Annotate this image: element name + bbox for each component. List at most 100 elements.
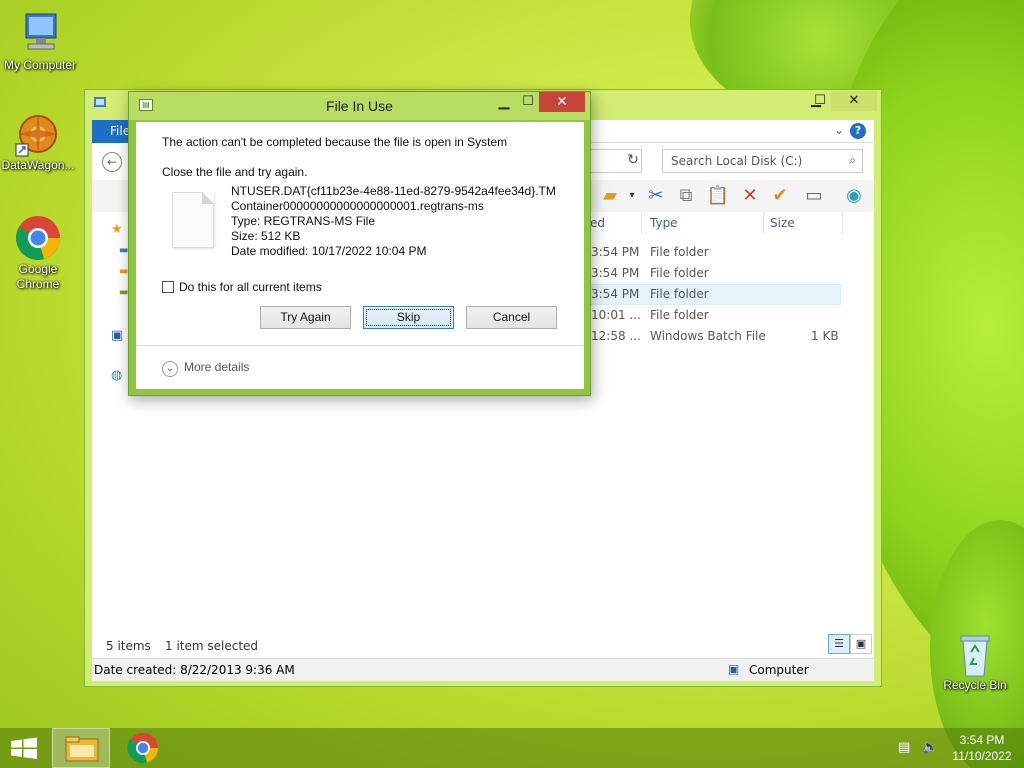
help-icon[interactable]: ? (850, 123, 866, 139)
row-type: File folder (650, 266, 709, 280)
start-button[interactable] (0, 728, 48, 768)
table-row[interactable]: 3:54 PM File folder (585, 263, 841, 284)
paste-icon[interactable]: 📋 (706, 184, 730, 208)
chrome-icon (127, 733, 159, 764)
file-name: NTUSER.DAT{cf11b23e-4e88-11ed-8279-9542a… (231, 184, 556, 213)
clock-time: 3:54 PM (959, 733, 1005, 747)
column-header-size[interactable]: Size (770, 212, 795, 234)
file-in-use-dialog[interactable]: ▤ File In Use ▁ ☐ ✕ The action can't be … (128, 91, 591, 396)
desktop-icon-my-computer[interactable]: My Computer (0, 10, 80, 73)
close-button[interactable]: ✕ (539, 92, 585, 112)
computer-icon[interactable]: ▣ (111, 328, 123, 343)
globe-icon[interactable]: ◉ (842, 184, 866, 208)
file-explorer-icon (65, 736, 99, 762)
computer-icon: ▣ (728, 662, 740, 676)
file-date-modified: Date modified: 10/17/2022 10:04 PM (231, 244, 427, 258)
row-modified: 12:58 ... (591, 329, 641, 343)
file-type: Type: REGTRANS-MS File (231, 214, 376, 228)
computer-icon (16, 10, 64, 58)
row-type: Windows Batch File (650, 329, 766, 343)
skip-button[interactable]: Skip (363, 306, 454, 329)
desktop-icon-google-chrome[interactable]: Google Chrome (0, 214, 78, 292)
folder-options-icon[interactable]: ▰ (598, 184, 622, 208)
more-details-toggle[interactable]: ⌄ More details (162, 360, 249, 377)
date-created: Date created: 8/22/2013 9:36 AM (94, 663, 295, 677)
file-icon (172, 192, 214, 248)
try-again-button[interactable]: Try Again (260, 306, 351, 329)
close-button[interactable]: ✕ (831, 91, 877, 111)
apply-to-all-checkbox[interactable]: Do this for all current items (162, 280, 322, 294)
table-row[interactable]: 12:58 ... Windows Batch File 1 KB (585, 326, 841, 347)
large-icons-view-button[interactable]: ▣ (850, 634, 872, 654)
search-input[interactable]: Search Local Disk (C:) ⌕ (662, 149, 863, 173)
recycle-bin-icon (951, 630, 999, 678)
copy-icon[interactable]: ⧉ (674, 184, 698, 208)
row-type: File folder (650, 308, 709, 322)
back-button[interactable]: ← (102, 152, 122, 172)
network-icon[interactable]: ◍ (111, 368, 122, 383)
taskbar-clock[interactable]: 3:54 PM 11/10/2022 (944, 732, 1020, 764)
network-tray-icon[interactable]: ▤ (898, 740, 910, 755)
row-size: 1 KB (811, 329, 839, 343)
cancel-button[interactable]: Cancel (466, 306, 557, 329)
divider (136, 345, 584, 346)
desktop-icon-label: DataWagon... (1, 158, 75, 172)
windows-logo-icon (11, 737, 37, 759)
checkbox[interactable] (162, 281, 174, 293)
more-details-label: More details (184, 360, 250, 374)
column-separator (763, 212, 764, 234)
cut-icon[interactable]: ✂ (644, 184, 668, 208)
file-info: NTUSER.DAT{cf11b23e-4e88-11ed-8279-9542a… (231, 184, 561, 259)
row-modified: 10:01 ... (591, 308, 641, 322)
location-label: Computer (749, 663, 809, 677)
star-icon[interactable]: ★ (111, 222, 123, 237)
rename-icon[interactable]: ▭ (802, 184, 826, 208)
table-row[interactable]: 3:54 PM File folder (585, 284, 841, 305)
properties-icon[interactable]: ✔ (768, 184, 792, 208)
dialog-titlebar[interactable]: ▤ File In Use ▁ ☐ ✕ (129, 92, 590, 120)
file-size: Size: 512 KB (231, 229, 301, 243)
desktop-icon-datawagon[interactable]: DataWagon... (0, 110, 78, 173)
minimize-button[interactable]: ▁ (491, 94, 517, 114)
taskbar: ▤ 🔈 3:54 PM 11/10/2022 (0, 728, 1024, 768)
row-type: File folder (650, 245, 709, 259)
search-placeholder: Search Local Disk (C:) (671, 154, 803, 168)
row-modified: 3:54 PM (591, 287, 640, 301)
desktop-icon-recycle-bin[interactable]: Recycle Bin (935, 630, 1015, 693)
refresh-button[interactable]: ↻ (622, 149, 644, 171)
details-view-button[interactable]: ☰ (828, 634, 850, 654)
details-bar: Date created: 8/22/2013 9:36 AM ▣ Comput… (92, 658, 874, 681)
row-modified: 3:54 PM (591, 245, 640, 259)
chevron-down-icon[interactable]: ⌄ (162, 361, 178, 377)
desktop-icon-label: My Computer (3, 58, 77, 72)
dialog-hint: Close the file and try again. (162, 165, 308, 179)
selection-count: 1 item selected (165, 639, 259, 653)
checkbox-label: Do this for all current items (179, 280, 322, 294)
volume-icon[interactable]: 🔈 (922, 740, 938, 755)
desktop-icon-label: Google Chrome (16, 262, 60, 291)
dialog-message: The action can't be completed because th… (162, 135, 508, 149)
delete-icon[interactable]: ✕ (738, 184, 762, 208)
desktop-icon-label: Recycle Bin (943, 678, 1007, 692)
quick-access-icon[interactable] (93, 95, 107, 109)
column-header-type[interactable]: Type (650, 212, 678, 234)
row-modified: 3:54 PM (591, 266, 640, 280)
table-row[interactable]: 3:54 PM File folder (585, 242, 841, 263)
search-icon[interactable]: ⌕ (849, 153, 856, 168)
table-row[interactable]: 10:01 ... File folder (585, 305, 841, 326)
column-separator (641, 212, 642, 234)
chevron-down-icon[interactable]: ▾ (620, 184, 644, 208)
status-bar: 5 items 1 item selected ☰ ▣ (92, 634, 874, 658)
chrome-icon (14, 214, 62, 262)
taskbar-chrome[interactable] (114, 728, 172, 768)
dialog-body: The action can't be completed because th… (136, 122, 584, 389)
maximize-button[interactable]: ☐ (515, 94, 541, 114)
taskbar-file-explorer[interactable] (52, 728, 110, 768)
column-header-date-modified[interactable]: ed (590, 212, 605, 234)
datawagon-icon (14, 110, 62, 158)
clock-date: 11/10/2022 (952, 749, 1012, 763)
row-type: File folder (650, 287, 709, 301)
chevron-down-icon[interactable]: ⌄ (834, 123, 844, 137)
column-separator (842, 212, 843, 234)
item-count: 5 items (106, 639, 151, 653)
